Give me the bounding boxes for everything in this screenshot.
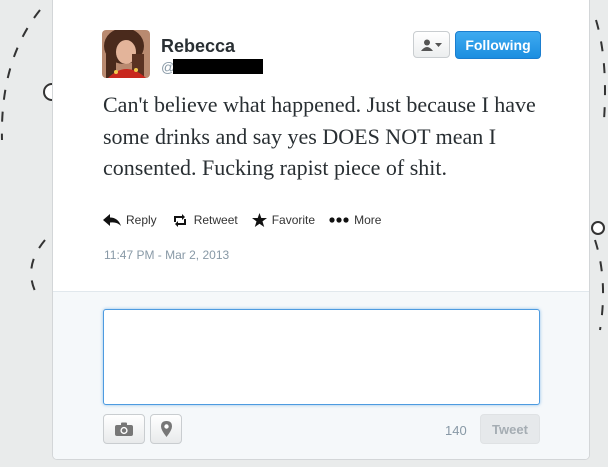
retweet-icon	[173, 213, 186, 227]
redacted-handle	[173, 59, 263, 74]
avatar[interactable]	[102, 30, 150, 78]
more-action[interactable]: More	[329, 213, 381, 227]
tweet-actions: Reply Retweet Favorite More	[103, 213, 381, 227]
tweet-card: Rebecca @ Following Can't believe what h…	[52, 0, 590, 460]
add-photo-button[interactable]	[103, 414, 145, 444]
reply-action[interactable]: Reply	[103, 213, 157, 227]
user-actions-menu-button[interactable]	[413, 31, 450, 58]
caret-down-icon	[435, 42, 442, 47]
character-counter: 140	[445, 423, 467, 438]
retweet-action[interactable]: Retweet	[171, 213, 238, 227]
add-location-button[interactable]	[150, 414, 182, 444]
location-pin-icon	[160, 421, 172, 437]
avatar-image	[102, 30, 150, 78]
tweet-text: Can't believe what happened. Just becaus…	[103, 92, 536, 180]
favorite-label: Favorite	[271, 213, 316, 227]
reply-icon	[103, 214, 121, 226]
reply-composer: 140 Tweet	[53, 291, 589, 459]
tweet-timestamp[interactable]: 11:47 PM - Mar 2, 2013	[104, 248, 229, 262]
person-icon	[421, 39, 433, 51]
more-dots-icon	[329, 217, 349, 223]
reply-textbox[interactable]	[103, 309, 540, 405]
display-name[interactable]: Rebecca	[161, 36, 235, 57]
reply-label: Reply	[126, 213, 157, 227]
star-icon	[251, 213, 267, 227]
camera-icon	[115, 422, 133, 436]
retweet-label: Retweet	[193, 213, 238, 227]
following-button[interactable]: Following	[455, 31, 541, 59]
tweet-button[interactable]: Tweet	[480, 414, 540, 444]
favorite-action[interactable]: Favorite	[251, 213, 316, 227]
more-label: More	[354, 213, 382, 227]
